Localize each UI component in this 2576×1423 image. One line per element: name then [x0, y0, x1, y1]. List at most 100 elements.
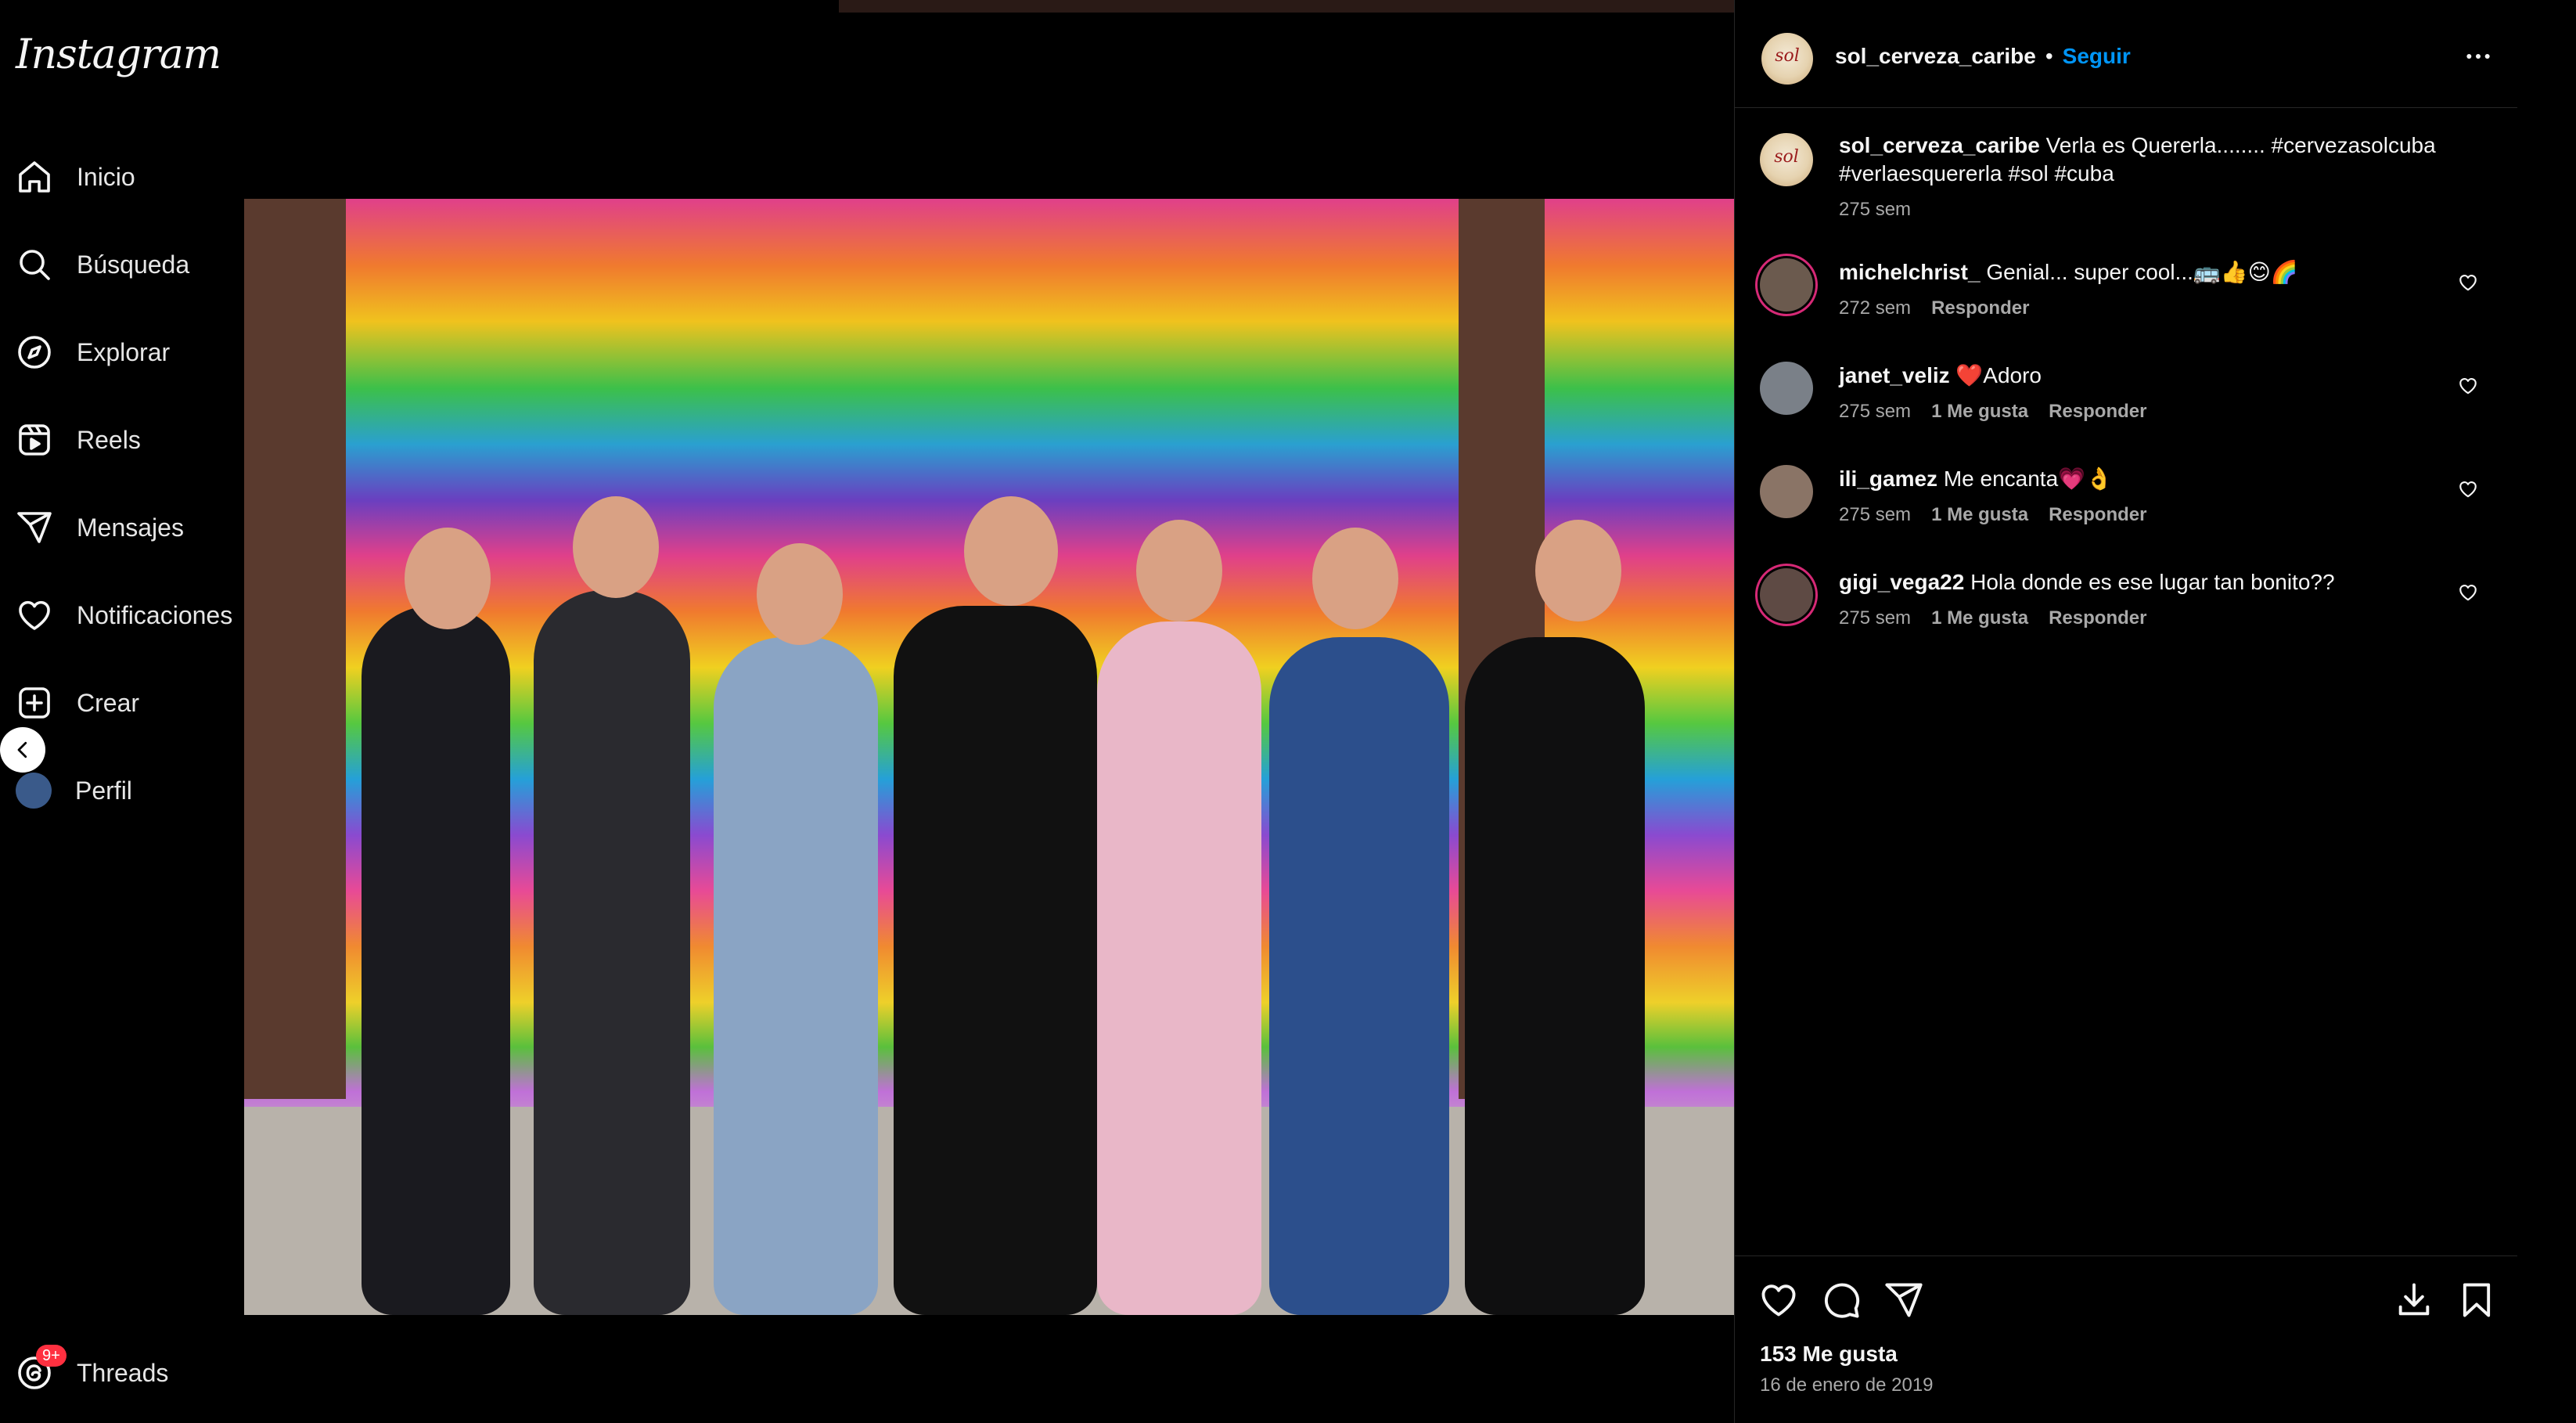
comment-likes[interactable]: 1 Me gusta [1931, 504, 2028, 525]
previous-post-button[interactable] [0, 727, 45, 773]
comment-time[interactable]: 275 sem [1839, 607, 1911, 629]
download-icon [2398, 1283, 2430, 1316]
instagram-logo[interactable]: Instagram [16, 31, 221, 86]
sidebar-item-notificaciones[interactable]: Notificaciones [0, 571, 250, 659]
more-options-button[interactable] [2463, 41, 2494, 76]
image-figure [1269, 637, 1449, 1315]
post-header: sol sol_cerveza_caribe • Seguir [1735, 0, 2517, 108]
heart-icon [1761, 1284, 1796, 1317]
sidebar-item-explorar[interactable]: Explorar [0, 308, 250, 396]
caption-username[interactable]: sol_cerveza_caribe [1839, 133, 2040, 157]
comment-text: Hola donde es ese lugar tan bonito?? [1970, 570, 2335, 594]
post-image[interactable] [244, 199, 1734, 1315]
image-figure [894, 606, 1097, 1315]
reels-icon [19, 424, 50, 456]
author-avatar[interactable]: sol [1760, 133, 1813, 186]
separator-dot: • [2045, 44, 2053, 68]
post-date[interactable]: 16 de enero de 2019 [1760, 1374, 1934, 1396]
heart-icon [2459, 585, 2477, 601]
comment-username[interactable]: ili_gamez [1839, 467, 1937, 491]
image-figure [1465, 637, 1645, 1315]
bookmark-icon [2463, 1283, 2491, 1317]
send-icon [1885, 1283, 1923, 1317]
plus-square-icon [19, 687, 50, 719]
post-action-bar [1735, 1255, 2517, 1335]
commenter-avatar[interactable] [1760, 362, 1813, 415]
avatar [16, 773, 52, 809]
image-figure-head [964, 496, 1058, 606]
home-icon [19, 161, 50, 193]
comment-button[interactable] [1821, 1280, 1862, 1324]
follow-button[interactable]: Seguir [2063, 44, 2131, 69]
save-button[interactable] [2456, 1280, 2497, 1324]
notification-badge: 9+ [36, 1345, 67, 1367]
image-figure [362, 606, 510, 1315]
heart-icon [2459, 378, 2477, 394]
image-pillar [244, 199, 346, 1099]
commenter-avatar[interactable] [1760, 258, 1813, 312]
reply-button[interactable]: Responder [1931, 297, 2029, 319]
author-avatar[interactable]: sol [1761, 33, 1813, 85]
like-comment-button[interactable] [2458, 272, 2478, 297]
comment-likes[interactable]: 1 Me gusta [1931, 401, 2028, 422]
comment-time[interactable]: 272 sem [1839, 297, 1911, 319]
sidebar-item-label: Perfil [75, 776, 132, 805]
commenter-avatar[interactable] [1760, 465, 1813, 518]
sidebar-item-label: Notificaciones [77, 600, 233, 629]
heart-icon [2459, 481, 2477, 498]
like-button[interactable] [1758, 1280, 1799, 1324]
reply-button[interactable]: Responder [2049, 504, 2146, 525]
comment-icon [1824, 1283, 1860, 1318]
sidebar-item-label: Inicio [77, 162, 135, 191]
reply-button[interactable]: Responder [2049, 607, 2146, 629]
comment-username[interactable]: michelchrist_ [1839, 260, 1981, 284]
sidebar-item-label: Crear [77, 688, 140, 717]
comment-time[interactable]: 275 sem [1839, 401, 1911, 422]
commenter-avatar[interactable] [1760, 568, 1813, 621]
image-figure [1097, 621, 1261, 1315]
comment-likes[interactable]: 1 Me gusta [1931, 607, 2028, 629]
comment-username[interactable]: janet_veliz [1839, 363, 1950, 387]
comment-username[interactable]: gigi_vega22 [1839, 570, 1964, 594]
image-figure-head [1312, 528, 1398, 629]
more-horizontal-icon [2466, 54, 2490, 59]
sidebar-item-busqueda[interactable]: Búsqueda [0, 221, 250, 308]
comment-text: Genial... super cool...🚌👍😊🌈 [1986, 260, 2298, 284]
sidebar-item-label: Reels [77, 425, 141, 454]
sidebar-item-threads[interactable]: 9+ Threads [16, 1345, 169, 1392]
share-button[interactable] [1883, 1280, 1924, 1324]
image-figure-head [405, 528, 491, 629]
sidebar-item-label: Threads [77, 1358, 169, 1387]
sidebar-item-label: Búsqueda [77, 250, 190, 279]
compass-icon [18, 336, 51, 369]
like-count[interactable]: 153 Me gusta [1760, 1342, 1898, 1367]
caption-time[interactable]: 275 sem [1839, 199, 1911, 220]
avatar-logo-text: sol [1774, 146, 1799, 167]
like-comment-button[interactable] [2458, 582, 2478, 607]
sidebar-nav: Inicio Búsqueda Explorar Reels Mensajes … [0, 133, 250, 834]
image-figure [714, 637, 878, 1315]
sidebar-item-mensajes[interactable]: Mensajes [0, 484, 250, 571]
sidebar-item-reels[interactable]: Reels [0, 396, 250, 484]
download-button[interactable] [2394, 1280, 2434, 1324]
heart-icon [2459, 275, 2477, 291]
like-comment-button[interactable] [2458, 479, 2478, 503]
image-figure-head [757, 543, 843, 645]
image-figure-head [1136, 520, 1222, 621]
chevron-left-icon [17, 741, 27, 758]
image-figure-head [1535, 520, 1621, 621]
sidebar-item-inicio[interactable]: Inicio [0, 133, 250, 221]
comment-text: Me encanta💗👌 [1943, 467, 2113, 491]
send-icon [17, 512, 52, 543]
heart-icon [19, 600, 50, 630]
comment-text: ❤️Adoro [1955, 363, 2042, 387]
avatar-logo-text: sol [1775, 46, 1800, 67]
image-figure-head [573, 496, 659, 598]
reply-button[interactable]: Responder [2049, 401, 2146, 422]
post-details-panel: sol sol_cerveza_caribe • Seguir sol sol_… [1734, 0, 2517, 1423]
comment-time[interactable]: 275 sem [1839, 504, 1911, 525]
image-figure [534, 590, 690, 1315]
author-username[interactable]: sol_cerveza_caribe [1835, 44, 2036, 69]
like-comment-button[interactable] [2458, 376, 2478, 400]
sidebar-item-label: Explorar [77, 337, 171, 366]
